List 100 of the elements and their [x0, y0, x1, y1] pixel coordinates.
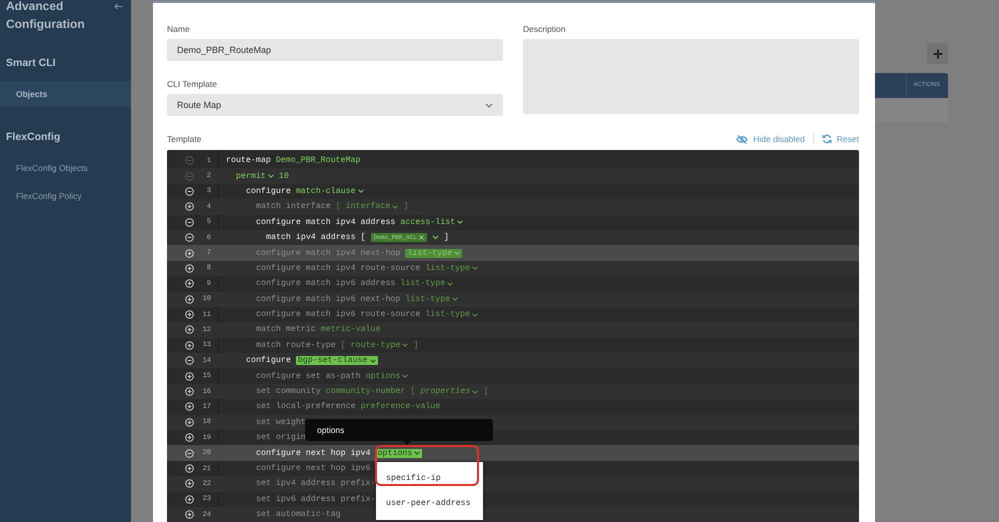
- caret-icon: [414, 451, 420, 456]
- dropdown-chip[interactable]: access-list: [400, 218, 464, 227]
- value-text: metric-value: [320, 325, 380, 334]
- code-text: configure next hop ipv6: [256, 464, 371, 473]
- expand-icon[interactable]: [185, 387, 194, 396]
- code-text: match ipv4 address: [266, 233, 356, 242]
- dropdown-chip[interactable]: list-type: [425, 264, 478, 273]
- dropdown-chip[interactable]: route-type: [350, 340, 408, 350]
- value-text: Demo_PBR_RouteMap: [276, 156, 360, 166]
- code-text: configure set as-path: [256, 372, 361, 381]
- expand-icon[interactable]: [185, 418, 194, 427]
- bracket-text: [: [410, 387, 416, 396]
- bracket-text: [: [340, 340, 346, 350]
- chevron-icon: [485, 102, 493, 108]
- expand-icon[interactable]: [185, 325, 194, 334]
- dropdown-chip[interactable]: list-type: [425, 310, 478, 320]
- bracket-text: ]: [483, 387, 488, 396]
- dropdown-chip[interactable]: interface: [346, 202, 398, 212]
- dropdown-chip[interactable]: bgp-set-clause: [296, 356, 378, 366]
- sidebar-title: Advanced Configuration: [6, 0, 86, 33]
- expand-icon[interactable]: [185, 279, 194, 288]
- expand-icon[interactable]: [185, 294, 194, 304]
- caret-icon: [268, 174, 274, 178]
- refresh-icon: [822, 134, 832, 144]
- description-field[interactable]: [523, 39, 859, 114]
- caret-icon: [358, 189, 364, 194]
- code-text: configure match ipv4 route-source: [256, 264, 420, 273]
- expand-icon[interactable]: [185, 494, 194, 504]
- expand-icon[interactable]: [185, 464, 194, 473]
- code-text: set local-preference: [256, 402, 356, 412]
- caret-icon[interactable]: [432, 235, 439, 240]
- expand-icon[interactable]: [185, 510, 194, 520]
- plus-icon: [932, 48, 942, 58]
- caret-icon: [392, 204, 398, 209]
- add-button[interactable]: [927, 43, 948, 64]
- code-text: configure match ipv4 next-hop: [256, 248, 400, 258]
- caret-icon: [457, 220, 464, 224]
- field-label: Description: [523, 23, 567, 35]
- code-text: match metric: [256, 325, 316, 334]
- caret-icon: [454, 251, 460, 256]
- expand-icon[interactable]: [185, 479, 194, 488]
- expand-icon[interactable]: [185, 248, 194, 258]
- remove-icon[interactable]: [418, 235, 424, 240]
- code-text: configure next hop ipv4: [256, 448, 371, 458]
- template-select[interactable]: Route Map: [167, 94, 503, 116]
- code-text: configure: [246, 186, 291, 196]
- caret-icon: [452, 297, 458, 302]
- sidebar-item[interactable]: FlexConfig Objects: [0, 155, 131, 181]
- value-text: 10: [278, 172, 289, 181]
- code-text: configure match ipv6 address: [256, 279, 396, 288]
- dropdown-chip[interactable]: match-clause: [296, 186, 364, 196]
- bracket-text: [: [360, 233, 366, 242]
- sidebar-item[interactable]: Objects: [0, 81, 131, 107]
- dropdown-chip[interactable]: properties: [420, 387, 478, 396]
- expand-icon[interactable]: [185, 433, 194, 442]
- menu-item[interactable]: user-peer-address: [376, 491, 483, 516]
- caret-icon: [472, 266, 478, 270]
- tooltip: options: [305, 419, 493, 441]
- dropdown-chip[interactable]: options: [366, 372, 408, 381]
- caret-icon: [370, 358, 376, 363]
- sidebar-heading: Smart CLI: [5, 57, 57, 69]
- reset-button[interactable]: Reset: [812, 134, 859, 144]
- caret-icon: [402, 374, 408, 378]
- code-text: configure: [246, 356, 291, 366]
- value-text: preference-value: [360, 402, 440, 412]
- expand-icon[interactable]: [185, 372, 194, 381]
- bracket-text: ]: [403, 202, 408, 212]
- code-text: set automatic-tag: [256, 510, 341, 520]
- sidebar-heading: FlexConfig: [5, 131, 62, 143]
- name-field[interactable]: Demo_PBR_RouteMap: [167, 39, 503, 61]
- code-text: set ipv6 address prefix-: [256, 494, 376, 504]
- back-arrow-icon[interactable]: [114, 3, 123, 10]
- sidebar-item[interactable]: FlexConfig Policy: [0, 183, 131, 209]
- caret-icon: [447, 282, 454, 286]
- dropdown-chip[interactable]: permit: [236, 172, 274, 181]
- expand-icon[interactable]: [185, 340, 194, 350]
- expand-icon[interactable]: [185, 202, 194, 212]
- code-text: match route-type: [256, 340, 336, 350]
- field-label: Template: [167, 133, 202, 145]
- bracket-text: [: [336, 202, 341, 212]
- expand-icon[interactable]: [185, 402, 194, 412]
- bracket-text: ]: [413, 340, 418, 350]
- value-text: community-number: [326, 387, 406, 396]
- caret-icon: [472, 390, 478, 394]
- field-label: Name: [167, 23, 191, 35]
- bracket-text: ]: [444, 233, 449, 242]
- expand-icon[interactable]: [185, 264, 194, 273]
- field-label: CLI Template: [167, 78, 218, 90]
- code-text: match interface: [256, 202, 331, 212]
- caret-icon: [472, 312, 478, 317]
- code-text: configure match ipv4 address: [256, 218, 396, 227]
- code-text: configure match ipv6 route-source: [256, 310, 420, 320]
- code-text: set origin: [256, 433, 306, 442]
- expand-icon[interactable]: [185, 310, 194, 320]
- code-text: route-map: [226, 156, 271, 166]
- dropdown-chip[interactable]: list-type: [405, 294, 458, 304]
- code-text: set ipv4 address prefix-: [256, 479, 376, 488]
- dropdown-chip[interactable]: list-type: [400, 279, 454, 288]
- code-text: set weight: [256, 418, 306, 427]
- dropdown-chip[interactable]: options: [376, 448, 422, 458]
